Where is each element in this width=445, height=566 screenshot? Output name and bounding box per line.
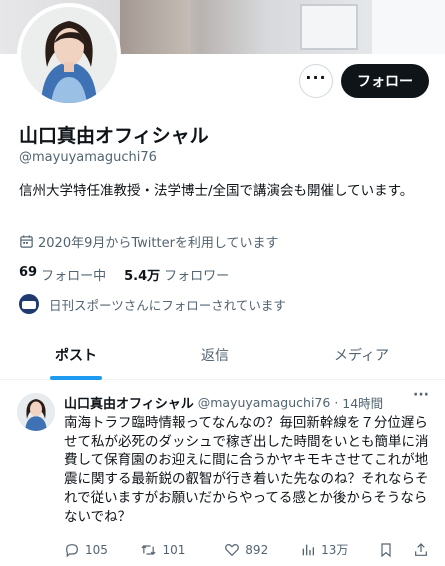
follow-button[interactable]: フォロー: [341, 64, 429, 98]
followers-label[interactable]: フォロワー: [164, 265, 229, 284]
tab-label: ポスト: [55, 348, 97, 364]
tab-label: 返信: [201, 348, 229, 364]
follow-button-label: フォロー: [357, 74, 413, 90]
followed-by[interactable]: 日刊スポーツさんにフォローされています: [19, 294, 286, 314]
tweet-avatar[interactable]: [17, 393, 55, 431]
tab-media[interactable]: メディア: [278, 330, 445, 380]
retweet-button[interactable]: 101: [140, 542, 206, 558]
share-button[interactable]: [413, 542, 434, 558]
following-count[interactable]: 69: [19, 265, 37, 284]
tweet[interactable]: 山口真由オフィシャル @mayuyamaguchi76 · 14時間 ··· 南…: [0, 381, 445, 566]
views-chart-icon: [302, 544, 315, 555]
profile-avatar[interactable]: [17, 3, 121, 107]
tab-label: メディア: [333, 348, 390, 364]
reply-icon: [66, 543, 78, 557]
tweet-author-name[interactable]: 山口真由オフィシャル: [64, 393, 194, 412]
joined-text: 2020年9月からTwitterを利用しています: [38, 236, 279, 251]
profile-name: 山口真由オフィシャル: [19, 125, 209, 147]
joined-date: 2020年9月からTwitterを利用しています: [19, 232, 279, 251]
retweet-icon: [141, 544, 157, 555]
bookmark-icon: [381, 542, 391, 557]
tweet-actions: 105 101 892 13万: [64, 541, 434, 558]
followers-count[interactable]: 5.4万: [124, 265, 160, 284]
tab-replies[interactable]: 返信: [152, 330, 278, 380]
tweet-header: 山口真由オフィシャル @mayuyamaguchi76 · 14時間: [64, 393, 434, 412]
banner-window: [372, 0, 445, 54]
reply-button[interactable]: 105: [64, 542, 120, 558]
tweet-text: 南海トラフ臨時情報ってなんなの？毎回新幹線を７分位遅らせて私が必死のダッシュで稼…: [64, 415, 429, 525]
following-label[interactable]: フォロー中: [41, 265, 106, 284]
like-button[interactable]: 892: [224, 542, 290, 558]
bookmark-button[interactable]: [378, 542, 399, 558]
like-count: 892: [245, 542, 269, 557]
tweet-time[interactable]: 14時間: [342, 393, 383, 412]
profile-handle: @mayuyamaguchi76: [19, 150, 157, 165]
tab-posts[interactable]: ポスト: [0, 330, 152, 380]
profile-tabs: ポスト 返信 メディア: [0, 330, 445, 380]
more-options-button[interactable]: ···: [299, 64, 333, 98]
tweet-separator: ·: [330, 395, 343, 410]
views-button[interactable]: 13万: [300, 541, 366, 558]
reply-count: 105: [85, 542, 108, 557]
follower-avatar: [19, 294, 39, 314]
heart-icon: [225, 543, 240, 556]
retweet-count: 101: [162, 542, 186, 557]
more-options-label: ···: [305, 68, 327, 87]
followed-by-text: 日刊スポーツさんにフォローされています: [49, 297, 286, 313]
share-icon: [415, 542, 427, 556]
tweet-author-handle[interactable]: @mayuyamaguchi76: [198, 395, 331, 410]
profile-bio: 信州大学特任准教授・法学博士/全国で講演会も開催しています。: [19, 183, 414, 199]
active-tab-indicator: [50, 376, 102, 380]
tweet-more-button[interactable]: ···: [413, 387, 429, 403]
views-count: 13万: [321, 543, 349, 557]
banner-shade: [120, 0, 190, 54]
calendar-icon: [20, 235, 33, 248]
follow-counts: 69 フォロー中 5.4万 フォロワー: [19, 265, 247, 284]
banner-window: [300, 4, 358, 50]
